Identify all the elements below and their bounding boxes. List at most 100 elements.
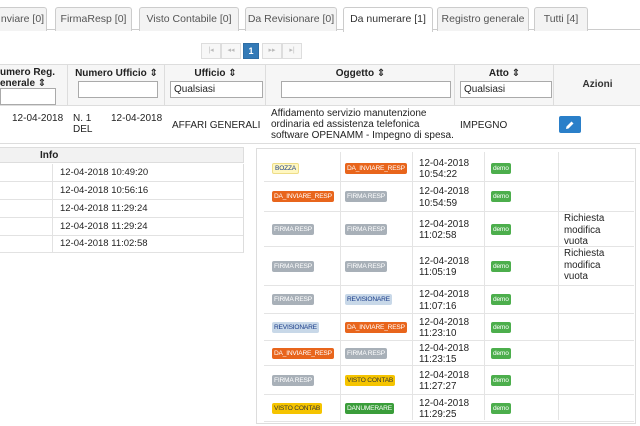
oggetto-filter[interactable] (281, 81, 451, 98)
history-note-line1: Richiesta (564, 248, 605, 259)
tab-tutti[interactable]: Tutti [4] (534, 7, 588, 31)
atto-filter[interactable]: Qualsiasi (460, 81, 552, 98)
status-badge-from: FIRMA RESP (272, 260, 314, 272)
tab-da-revisionare[interactable]: Da Revisionare [0] (245, 7, 337, 31)
history-date: 12-04-2018 (419, 218, 470, 230)
status-badge-from: REVISIONARE (272, 321, 319, 333)
status-badge-from: DA_INVIARE_RESP (272, 191, 334, 202)
history-time: 11:02:58 (419, 230, 457, 241)
user-badge: demo (491, 402, 511, 414)
row-num-ufficio: N. 1 DEL (73, 113, 92, 135)
status-badge-to: REVISIONARE (345, 294, 392, 305)
history-time: 11:23:15 (419, 354, 457, 365)
pager-prev-button[interactable]: ◂◂ (221, 43, 241, 59)
col-ufficio-label: Ufficio ⇕ (194, 68, 237, 79)
history-time: 10:54:59 (419, 197, 458, 209)
col-azioni: Azioni (555, 64, 640, 106)
history-note-line2: modifica (564, 224, 601, 236)
user-badge: demo (491, 347, 511, 359)
history-note-line1: Richiesta (564, 213, 605, 224)
history-date: 12-04-2018 (419, 157, 470, 169)
num-ufficio-filter[interactable] (78, 81, 158, 98)
status-badge-from: DA_INVIARE_RESP (272, 347, 334, 359)
user-badge: demo (491, 294, 511, 305)
list-item: 12-04-2018 10:56:16 (0, 182, 244, 200)
tab-firma-resp[interactable]: FirmaResp [0] (55, 7, 132, 31)
status-badge-from: FIRMA RESP (272, 294, 314, 305)
history-date: 12-04-2018 (419, 289, 470, 300)
history-date: 12-04-2018 (419, 316, 470, 328)
status-badge-to: FIRMA RESP (345, 191, 387, 202)
history-time: 11:29:25 (419, 409, 457, 420)
status-badge-to: DANUMERARE (345, 402, 394, 414)
col-num-ufficio-label: Numero Ufficio ⇕ (75, 68, 158, 79)
user-badge: demo (491, 191, 511, 202)
row-num-ufficio-line1: N. 1 (73, 113, 92, 124)
info-timestamp: 12-04-2018 10:56:16 (60, 185, 149, 196)
num-reg-filter[interactable] (0, 88, 56, 105)
row-oggetto-line3: software OPENAMM - Impegno di spesa. (271, 130, 454, 141)
history-note-line3: vuota (564, 271, 588, 282)
col-atto-label: Atto ⇕ (488, 68, 521, 79)
status-badge-to: FIRMA RESP (345, 223, 387, 235)
pager-last-button[interactable]: ▸| (282, 43, 302, 59)
row-oggetto-line2: ordinaria ed assistenza telefonica (271, 119, 420, 130)
info-timestamp: 12-04-2018 11:02:58 (60, 238, 148, 249)
row-data-ufficio: 12-04-2018 (111, 113, 163, 124)
info-header-label: Info (40, 150, 59, 161)
history-note-line3: vuota (564, 236, 588, 247)
history-date: 12-04-2018 (419, 342, 470, 354)
tab-visto-contabile[interactable]: Visto Contabile [0] (139, 7, 239, 31)
history-time: 10:54:22 (419, 169, 458, 180)
status-badge-from: FIRMA RESP (272, 223, 314, 235)
info-timestamp: 12-04-2018 10:49:20 (60, 167, 149, 178)
tab-bar: nviare [0] FirmaResp [0] Visto Contabile… (0, 0, 640, 32)
list-item: 12-04-2018 11:29:24 (0, 200, 244, 218)
edit-button[interactable] (559, 116, 581, 133)
info-timestamp: 12-04-2018 11:29:24 (60, 203, 148, 214)
status-badge-to: VISTO CONTAB (345, 374, 396, 386)
user-badge: demo (491, 321, 511, 333)
col-azioni-label: Azioni (582, 79, 613, 90)
ufficio-filter[interactable]: Qualsiasi (170, 81, 263, 98)
row-data-reg: 12-04-2018 (12, 113, 64, 124)
list-item: 12-04-2018 10:49:20 (0, 164, 244, 182)
status-badge-from: BOZZA (272, 162, 299, 174)
row-atto: IMPEGNO (460, 120, 508, 131)
user-badge: demo (491, 223, 511, 235)
status-badge-to: DA_INVIARE_RESP (345, 162, 407, 174)
status-badge-from: VISTO CONTAB (272, 402, 323, 414)
col-num-reg-label: umero Reg. (0, 67, 56, 78)
list-item: 12-04-2018 11:02:58 (0, 235, 244, 253)
status-badge-from: FIRMA RESP (272, 374, 314, 386)
history-date: 12-04-2018 (419, 397, 470, 409)
history-time: 11:23:10 (419, 328, 457, 339)
col-oggetto-label: Oggetto ⇕ (335, 68, 386, 79)
user-badge: demo (491, 260, 511, 272)
pager-next-button[interactable]: ▸▸ (262, 43, 282, 59)
row-num-ufficio-line2: DEL (73, 124, 93, 135)
row-ufficio: AFFARI GENERALI (172, 120, 261, 131)
list-item: 12-04-2018 11:29:24 (0, 218, 244, 236)
history-note-line2: modifica (564, 259, 601, 271)
history-time: 11:07:16 (419, 300, 457, 312)
history-time: 11:27:27 (419, 381, 457, 392)
pencil-icon (566, 121, 574, 129)
history-date: 12-04-2018 (419, 186, 470, 197)
history-date: 12-04-2018 (419, 255, 470, 267)
row-oggetto: Affidamento servizio manutenzione ordina… (271, 108, 456, 141)
status-badge-to: FIRMA RESP (345, 260, 387, 272)
history-time: 11:05:19 (419, 267, 457, 278)
tab-registro-generale[interactable]: Registro generale (437, 7, 529, 31)
pager-first-button[interactable]: |◂ (201, 43, 221, 59)
tab-da-inviare[interactable]: nviare [0] (0, 7, 47, 31)
tab-da-numerare[interactable]: Da numerare [1] (343, 7, 433, 32)
user-badge: demo (491, 162, 511, 174)
history-date: 12-04-2018 (419, 369, 470, 381)
row-oggetto-line1: Affidamento servizio manutenzione (271, 108, 427, 119)
pager-current-page[interactable]: 1 (243, 43, 259, 59)
info-header: Info (0, 147, 244, 163)
user-badge: demo (491, 374, 511, 386)
status-badge-to: FIRMA RESP (345, 347, 387, 359)
status-badge-to: DA_INVIARE_RESP (345, 321, 407, 333)
